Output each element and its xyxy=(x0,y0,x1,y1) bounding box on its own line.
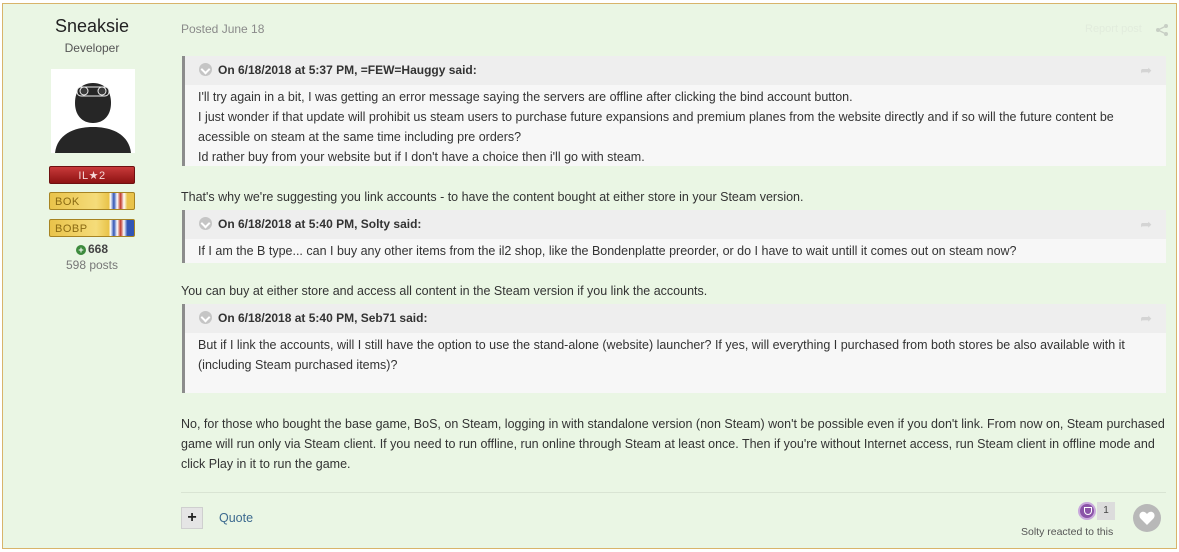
quote-citation[interactable]: On 6/18/2018 at 5:37 PM, =FEW=Hauggy sai… xyxy=(218,63,477,77)
quote-line: I'll try again in a bit, I was getting a… xyxy=(198,90,853,104)
multiquote-button[interactable]: + xyxy=(181,507,203,529)
quote-header[interactable]: On 6/18/2018 at 5:40 PM, Solty said: ➦ xyxy=(185,210,1166,239)
quote-line: I just wonder if that update will prohib… xyxy=(198,110,1114,144)
avatar[interactable] xyxy=(51,69,135,153)
quote-button[interactable]: Quote xyxy=(219,511,253,525)
reply-text: That's why we're suggesting you link acc… xyxy=(181,190,804,204)
chevron-down-icon[interactable] xyxy=(199,217,212,230)
quote-body: If I am the B type... can I buy any othe… xyxy=(185,239,1166,261)
post-date[interactable]: Posted June 18 xyxy=(181,22,264,36)
quote-header[interactable]: On 6/18/2018 at 5:37 PM, =FEW=Hauggy sai… xyxy=(185,56,1166,85)
author-name[interactable]: Sneaksie xyxy=(3,16,181,37)
quote-citation[interactable]: On 6/18/2018 at 5:40 PM, Seb71 said: xyxy=(218,311,427,325)
post-count: 598 posts xyxy=(65,258,119,272)
go-to-post-icon[interactable]: ➦ xyxy=(1140,216,1152,233)
reputation-count: 668 xyxy=(87,242,109,256)
chevron-down-icon[interactable] xyxy=(199,311,212,324)
chevron-down-icon[interactable] xyxy=(199,63,212,76)
avatar-silhouette-icon xyxy=(51,69,135,153)
quote-block: On 6/18/2018 at 5:40 PM, Solty said: ➦ I… xyxy=(182,210,1166,263)
reply-text: You can buy at either store and access a… xyxy=(181,284,708,298)
badge-il2: IL★2 xyxy=(49,166,135,184)
quote-line: But if I link the accounts, will I still… xyxy=(198,338,1125,372)
reputation: +668 xyxy=(3,242,181,256)
forum-post: Sneaksie Developer IL★2 BOK BOBP +668 59… xyxy=(2,3,1177,549)
reputation-plus-icon: + xyxy=(75,245,86,255)
reaction-count[interactable]: 1 xyxy=(1097,502,1115,520)
quote-line: Id rather buy from your website but if I… xyxy=(198,150,645,164)
author-title: Developer xyxy=(64,41,120,55)
badge-bobp: BOBP xyxy=(49,219,135,237)
quote-line: If I am the B type... can I buy any othe… xyxy=(198,244,1017,258)
share-icon[interactable] xyxy=(1155,23,1169,37)
quote-body: But if I link the accounts, will I still… xyxy=(185,333,1166,375)
footer-divider xyxy=(181,492,1166,493)
quote-block: On 6/18/2018 at 5:37 PM, =FEW=Hauggy sai… xyxy=(182,56,1166,166)
go-to-post-icon[interactable]: ➦ xyxy=(1140,62,1152,79)
heart-icon xyxy=(1139,511,1155,525)
reaction-summary[interactable]: Solty reacted to this xyxy=(1021,526,1113,538)
quote-citation[interactable]: On 6/18/2018 at 5:40 PM, Solty said: xyxy=(218,217,421,231)
react-button[interactable] xyxy=(1133,504,1161,532)
badge-bok: BOK xyxy=(49,192,135,210)
quote-body: I'll try again in a bit, I was getting a… xyxy=(185,85,1166,167)
report-post-link[interactable]: Report post xyxy=(1085,23,1142,35)
quote-header[interactable]: On 6/18/2018 at 5:40 PM, Seb71 said: ➦ xyxy=(185,304,1166,333)
trophy-reaction-icon[interactable] xyxy=(1078,502,1096,520)
go-to-post-icon[interactable]: ➦ xyxy=(1140,310,1152,327)
quote-block: On 6/18/2018 at 5:40 PM, Seb71 said: ➦ B… xyxy=(182,304,1166,393)
reply-text: No, for those who bought the base game, … xyxy=(181,417,1165,471)
